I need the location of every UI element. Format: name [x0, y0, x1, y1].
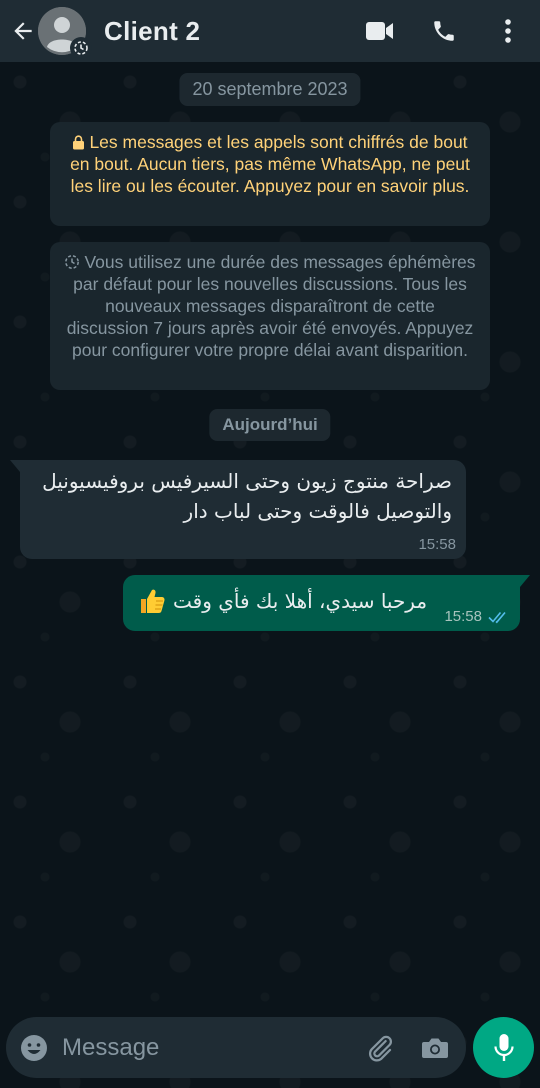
date-separator-today: Aujourd’hui	[209, 409, 331, 441]
ephemeral-notice-text: Vous utilisez une durée des messages éph…	[66, 252, 476, 360]
paperclip-icon	[368, 1035, 392, 1061]
disappearing-timer-icon	[65, 255, 80, 269]
message-time: 15:58	[418, 536, 456, 553]
arrow-back-icon	[14, 22, 32, 40]
contact-name[interactable]: Client 2	[104, 16, 200, 47]
lock-icon	[73, 135, 85, 150]
more-options-button[interactable]	[476, 0, 540, 62]
incoming-message[interactable]: صراحة منتوج زيون وحتى السيرفيس بروفيسيون…	[10, 460, 466, 559]
attach-button[interactable]	[352, 1017, 407, 1078]
video-call-icon	[366, 22, 393, 40]
camera-button[interactable]	[407, 1017, 462, 1078]
message-time: 15:58	[444, 608, 482, 625]
ephemeral-notice[interactable]: Vous utilisez une durée des messages éph…	[50, 242, 490, 390]
avatar[interactable]	[38, 7, 92, 59]
double-check-read-icon	[488, 611, 506, 623]
voice-record-button[interactable]	[473, 1017, 534, 1078]
message-composer	[6, 1017, 466, 1078]
date-separator: 20 septembre 2023	[179, 73, 361, 106]
camera-icon	[421, 1038, 448, 1058]
encryption-notice[interactable]: Les messages et les appels sont chiffrés…	[50, 122, 490, 226]
outgoing-message[interactable]: مرحبا سيدي، أهلا بك فأي وقت 15:58	[123, 575, 530, 631]
microphone-icon	[493, 1033, 514, 1061]
voice-call-button[interactable]	[412, 0, 476, 62]
phone-icon	[434, 21, 454, 41]
emoji-icon	[21, 1034, 47, 1061]
message-input[interactable]	[62, 1027, 352, 1068]
emoji-button[interactable]	[6, 1017, 62, 1078]
disappearing-timer-icon	[74, 41, 88, 55]
chat-header: Client 2	[0, 0, 540, 62]
message-text: مرحبا سيدي، أهلا بك فأي وقت	[173, 589, 428, 613]
message-text: صراحة منتوج زيون وحتى السيرفيس بروفيسيون…	[42, 469, 452, 523]
video-call-button[interactable]	[348, 0, 412, 62]
thumbs-up-emoji-icon	[141, 589, 165, 613]
encryption-notice-text: Les messages et les appels sont chiffrés…	[70, 132, 470, 196]
disappearing-timer-badge	[70, 37, 92, 59]
back-button[interactable]	[4, 0, 42, 62]
more-vert-icon	[505, 19, 511, 43]
